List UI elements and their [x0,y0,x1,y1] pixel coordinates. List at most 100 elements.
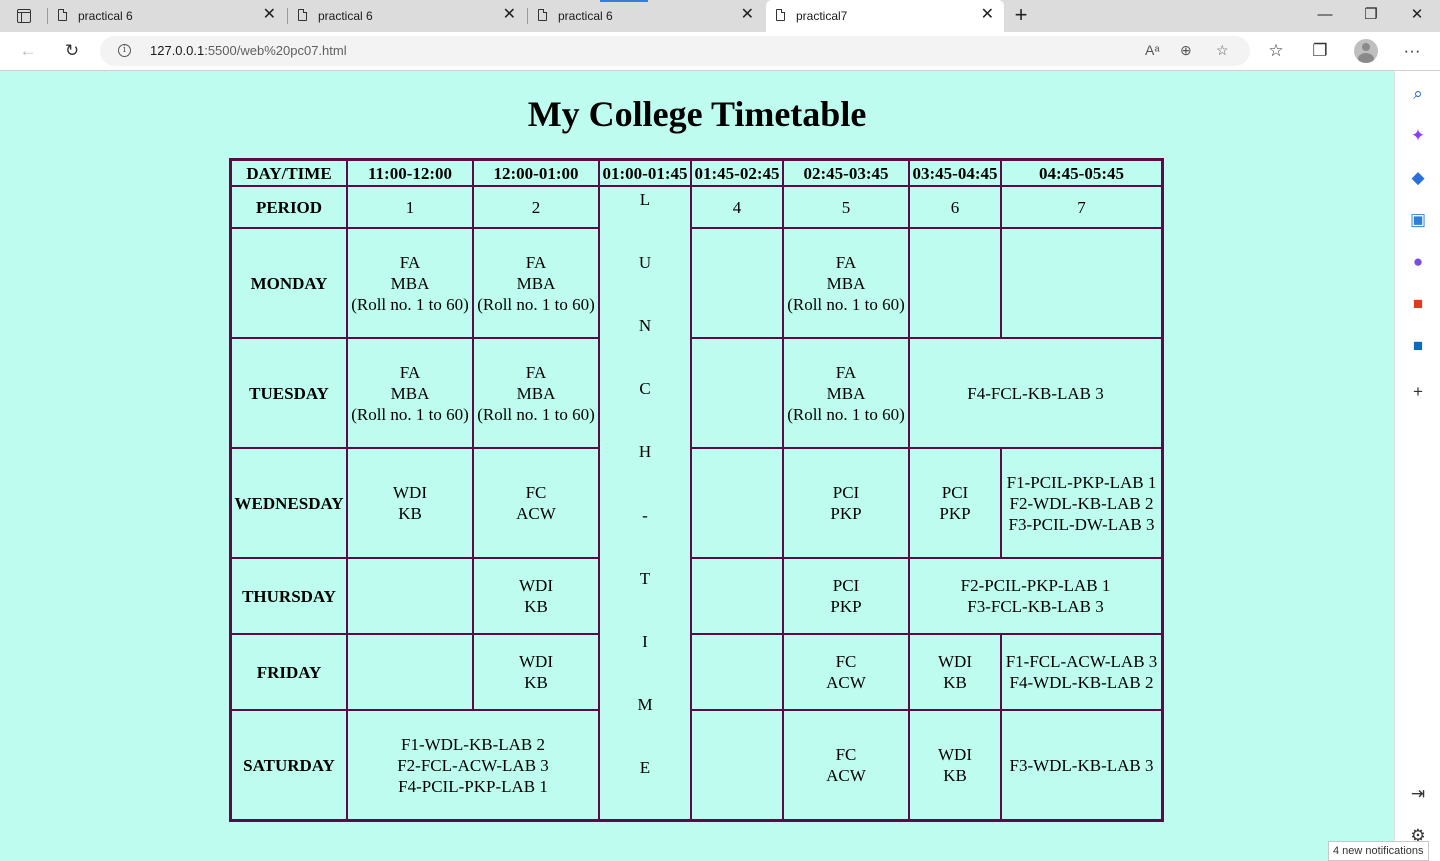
url-path: :5500/web%20pc07.html [204,43,347,58]
restore-button[interactable]: ❐ [1356,4,1386,26]
cell-line: FA [399,252,421,272]
class-cell: WDI KB [909,710,1001,820]
period-number: 7 [1001,186,1162,228]
add-favorite-icon[interactable]: ☆ [1216,42,1229,59]
cell-line: FA [525,252,547,272]
class-cell: FC ACW [783,634,909,710]
tab-practical-6-c[interactable]: practical 6 ✕ [528,0,764,32]
tab-close-button[interactable]: ✕ [981,6,994,24]
sidebar-add-icon[interactable]: + [1407,381,1429,403]
cell-line: WDI [519,576,553,595]
sidebar-outlook-icon[interactable]: ■ [1407,335,1429,357]
lunch-letter: T [639,568,651,588]
class-cell: FA MBA (Roll no. 1 to 60) [347,228,473,338]
hide-sidebar-icon[interactable]: ⇥ [1407,783,1429,805]
class-cell: PCI PKP [909,448,1001,558]
zoom-icon[interactable]: ⊕ [1180,42,1192,59]
tab-actions-button[interactable] [10,7,38,25]
cell-line: KB [524,673,548,692]
empty-cell [691,558,783,634]
empty-cell [347,558,473,634]
cell-line: FC [835,745,857,764]
cell-line: ACW [826,766,866,785]
sidebar-search-icon[interactable]: ⌕ [1407,83,1429,105]
cell-line: KB [398,504,422,523]
cell-line: KB [943,673,967,692]
day-label: MONDAY [231,228,347,338]
header-time: 01:45-02:45 [691,160,783,186]
tab-practical-6-b[interactable]: practical 6 ✕ [288,0,526,32]
lunch-letter: E [639,757,651,777]
cell-line: (Roll no. 1 to 60) [477,404,595,424]
notification-badge[interactable]: 4 new notifications [1328,841,1429,861]
settings-more-button[interactable]: ··· [1400,39,1424,63]
url-text[interactable]: 127.0.0.1:5500/web%20pc07.html [150,43,347,58]
lunch-letter: H [638,442,652,462]
cell-line: FA [399,362,421,382]
read-aloud-icon[interactable]: Aᵃ [1145,42,1160,58]
cell-line: F1-PCIL-PKP-LAB 1 [1006,472,1157,492]
class-cell: WDI KB [347,448,473,558]
tab-practical7[interactable]: practical7 ✕ [766,0,1004,32]
back-button[interactable]: ← [16,39,40,63]
day-label: WEDNESDAY [231,448,347,558]
cell-line: WDI [519,652,553,671]
favorites-icon[interactable]: ☆ [1264,39,1288,63]
new-tab-button[interactable]: + [1010,4,1032,26]
header-time: 02:45-03:45 [783,160,909,186]
tab-practical-6-a[interactable]: practical 6 ✕ [48,0,286,32]
tab-close-button[interactable]: ✕ [741,6,754,24]
cell-line: KB [524,597,548,616]
header-time: 03:45-04:45 [909,160,1001,186]
empty-cell [347,634,473,710]
tab-close-button[interactable]: ✕ [263,6,276,24]
row-saturday: SATURDAY F1-WDL-KB-LAB 2 F2-FCL-ACW-LAB 3… [231,710,1162,820]
collections-icon[interactable]: ❐ [1308,39,1332,63]
sidebar-shopping-icon[interactable]: ◆ [1407,167,1429,189]
day-label: SATURDAY [231,710,347,820]
day-label: FRIDAY [231,634,347,710]
cell-line: MBA [516,273,556,293]
minimize-button[interactable]: — [1310,4,1340,26]
sidebar-tools-icon[interactable]: ▣ [1407,209,1429,231]
address-bar[interactable]: i 127.0.0.1:5500/web%20pc07.html Aᵃ ⊕ ☆ [100,36,1250,66]
refresh-button[interactable]: ↻ [60,39,84,63]
cell-line: PKP [830,504,862,523]
class-cell: FA MBA (Roll no. 1 to 60) [473,338,599,448]
header-time: 12:00-01:00 [473,160,599,186]
day-label: TUESDAY [231,338,347,448]
header-period: PERIOD [231,186,347,228]
class-cell: FC ACW [783,710,909,820]
cell-line: F3-FCL-KB-LAB 3 [967,597,1104,616]
sidebar-copilot-icon[interactable]: ✦ [1407,125,1429,147]
page-icon [538,9,547,21]
browser-toolbar: ← ↻ i 127.0.0.1:5500/web%20pc07.html Aᵃ … [0,32,1440,71]
empty-cell [691,228,783,338]
sidebar-games-icon[interactable]: ● [1407,251,1429,273]
cell-line: (Roll no. 1 to 60) [351,294,469,314]
tab-title: practical 6 [78,9,133,23]
cell-line: F4-WDL-KB-LAB 2 [1009,673,1154,692]
class-cell: FA MBA (Roll no. 1 to 60) [473,228,599,338]
cell-line: WDI [938,652,972,671]
sidebar-office-icon[interactable]: ■ [1407,293,1429,315]
tab-title: practical 6 [318,9,373,23]
row-thursday: THURSDAY WDI KB PCI PKP F2-PCIL-PKP-LAB 1F… [231,558,1162,634]
site-info-icon[interactable]: i [118,44,131,57]
header-day-time: DAY/TIME [231,160,347,186]
lab-cell: F4-FCL-KB-LAB 3 [909,338,1162,448]
cell-line: FC [525,483,547,502]
window-close-button[interactable]: ✕ [1402,4,1432,26]
lunch-time-vertical: L U N C H - T I M E [601,187,689,779]
row-monday: MONDAY FA MBA (Roll no. 1 to 60) FA MBA (Rol… [231,228,1162,338]
class-cell: PCI PKP [783,558,909,634]
cell-line: MBA [516,383,556,403]
profile-avatar[interactable] [1354,39,1378,63]
class-cell: WDI KB [473,558,599,634]
empty-cell [691,448,783,558]
page-icon [298,9,307,21]
lab-cell: F1-PCIL-PKP-LAB 1 F2-WDL-KB-LAB 2 F3-PCIL-… [1001,448,1162,558]
tab-close-button[interactable]: ✕ [503,6,516,24]
timetable: DAY/TIME 11:00-12:00 12:00-01:00 01:00-0… [229,158,1164,822]
cell-line: FC [835,652,857,671]
